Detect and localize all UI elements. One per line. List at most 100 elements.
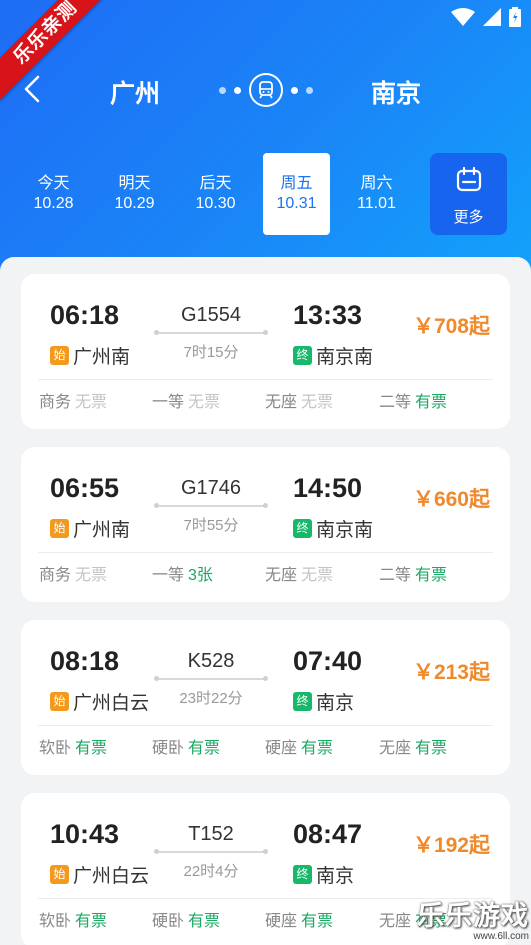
seat-type: 一等 [152,567,185,584]
divider [38,725,493,726]
departure-station-name: 广州白云 [73,866,150,887]
travel-duration: 7时15分 [183,344,239,361]
seat-status: 有票 [75,740,108,757]
departure-time: 06:55 [50,473,120,503]
seat-type: 商务 [39,567,72,584]
arrival-station: 终南京 [293,861,354,888]
seat-status: 无票 [75,567,108,584]
date-tab-selected[interactable]: 周五 10.31 [263,153,330,235]
seat-status: 有票 [188,740,221,757]
divider [38,379,493,380]
seat-class: 无座 无票 [265,388,333,412]
departure-time: 10:43 [50,819,120,849]
start-tag: 始 [50,346,69,365]
seat-class: 硬卧 有票 [152,907,220,931]
train-card[interactable]: 06:18 G1554 7时15分 13:33 始广州南 终南京南 ￥708起 … [21,274,510,429]
more-dates-button[interactable]: 更多 [430,153,507,235]
seat-status: 无票 [75,394,108,411]
end-tag: 终 [293,692,312,711]
end-tag: 终 [293,346,312,365]
train-number: G1746 [180,477,242,499]
departure-time: 06:18 [50,300,120,330]
date-tab[interactable]: 今天 10.28 [20,153,87,235]
arrival-time: 07:40 [293,646,363,676]
date-value: 10.29 [114,195,155,212]
seat-status: 有票 [301,740,334,757]
dot [306,86,313,94]
seat-type: 无座 [265,567,298,584]
seat-type: 无座 [379,740,412,757]
route-line [154,330,268,335]
date-tab[interactable]: 周六 11.01 [343,153,410,235]
seat-class: 无座 无票 [265,561,333,585]
seat-class: 软卧 有票 [39,734,107,758]
end-tag: 终 [293,519,312,538]
seat-type: 硬卧 [152,913,185,930]
seat-status: 无票 [301,567,334,584]
departure-station: 始广州南 [50,515,130,542]
date-weekday: 周五 [280,175,313,192]
seat-status: 无票 [301,394,334,411]
seat-type: 二等 [379,567,412,584]
departure-station-name: 广州南 [73,347,131,368]
header-banner: 广州 南京 今天 10.28 明天 10.29 后天 10.30 周五 10.3… [0,0,531,290]
watermark-logo: 乐乐游戏 [417,901,529,931]
seat-class: 二等 有票 [379,561,447,585]
from-city[interactable]: 广州 [95,74,175,110]
seat-availability: 软卧 有票 硬卧 有票 硬座 有票 无座 有票 [21,734,510,758]
arrival-time: 14:50 [293,473,363,503]
arrival-time: 13:33 [293,300,363,330]
start-tag: 始 [50,519,69,538]
seat-type: 软卧 [39,913,72,930]
seat-status: 有票 [75,913,108,930]
train-card[interactable]: 06:55 G1746 7时55分 14:50 始广州南 终南京南 ￥660起 … [21,447,510,602]
train-card[interactable]: 08:18 K528 23时22分 07:40 始广州白云 终南京 ￥213起 … [21,620,510,775]
departure-station-name: 广州白云 [73,693,150,714]
price: ￥213起 [412,661,490,684]
watermark-url: www.6ll.com [473,931,529,942]
battery-icon [509,7,521,27]
end-tag: 终 [293,865,312,884]
date-tab[interactable]: 后天 10.30 [182,153,249,235]
price: ￥192起 [412,834,490,857]
route-line [154,676,268,681]
wifi-icon [451,8,475,26]
train-number: G1554 [180,304,242,326]
route-line [154,503,268,508]
arrival-station-name: 南京南 [316,520,374,541]
train-list: 06:18 G1554 7时15分 13:33 始广州南 终南京南 ￥708起 … [0,257,531,945]
departure-station: 始广州白云 [50,688,149,715]
more-label: 更多 [453,209,484,226]
status-bar [451,7,521,27]
departure-station-name: 广州南 [73,520,131,541]
arrival-station-name: 南京南 [316,347,374,368]
seat-status: 有票 [188,913,221,930]
divider [38,552,493,553]
seat-class: 二等 有票 [379,388,447,412]
seat-type: 软卧 [39,740,72,757]
seat-status: 有票 [301,913,334,930]
seat-status: 3张 [188,567,213,584]
seat-type: 硬座 [265,740,298,757]
seat-class: 一等 无票 [152,388,220,412]
arrival-station: 终南京 [293,688,354,715]
start-tag: 始 [50,692,69,711]
date-selector: 今天 10.28 明天 10.29 后天 10.30 周五 10.31 周六 1… [20,153,511,235]
date-weekday: 今天 [37,175,70,192]
back-arrow-icon[interactable] [18,74,48,104]
seat-type: 一等 [152,394,185,411]
arrival-station: 终南京南 [293,342,373,369]
train-number: K528 [187,650,235,672]
to-city[interactable]: 南京 [356,74,436,110]
date-value: 10.28 [33,195,74,212]
seat-class: 无座 有票 [379,734,447,758]
seat-type: 无座 [379,913,412,930]
travel-duration: 7时55分 [183,517,239,534]
seat-class: 硬座 有票 [265,734,333,758]
swap-route-button[interactable] [214,70,318,110]
seat-status: 无票 [188,394,221,411]
dot [291,86,298,94]
date-weekday: 后天 [199,175,232,192]
seat-status: 有票 [415,567,448,584]
date-tab[interactable]: 明天 10.29 [101,153,168,235]
